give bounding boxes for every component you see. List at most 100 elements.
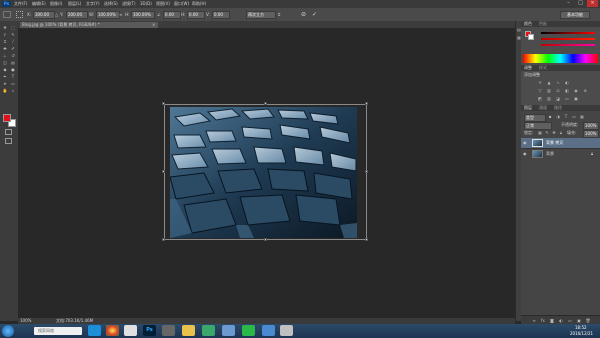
- quick-mask-icon[interactable]: [5, 129, 12, 135]
- media-player-icon[interactable]: [162, 325, 175, 336]
- tab-adjustments[interactable]: 调整: [524, 65, 532, 71]
- visibility-eye-icon[interactable]: ◉: [523, 140, 527, 146]
- delete-layer-icon[interactable]: 🗑︎: [585, 318, 591, 323]
- photoshop-taskbar-icon[interactable]: Ps: [143, 325, 156, 336]
- brush-tool-icon[interactable]: ✐: [10, 46, 16, 51]
- screen-mode-icon[interactable]: [5, 138, 12, 144]
- new-group-icon[interactable]: ▭: [567, 318, 573, 323]
- h-skew-field[interactable]: 0.00: [187, 11, 205, 19]
- tab-layers[interactable]: 图层: [524, 105, 532, 111]
- wechat-icon[interactable]: [242, 325, 255, 336]
- brightness-adjust-icon[interactable]: ☀: [537, 80, 543, 85]
- hue-adjust-icon[interactable]: ▥: [546, 88, 552, 93]
- foreground-color-swatch[interactable]: [3, 114, 11, 122]
- healing-tool-icon[interactable]: ✚: [2, 46, 8, 51]
- green-slider[interactable]: [541, 38, 595, 40]
- transform-handle-t[interactable]: [264, 102, 267, 105]
- transform-handle-bl[interactable]: [162, 238, 165, 241]
- menu-filter[interactable]: 滤镜(T): [122, 1, 136, 7]
- workspace-select[interactable]: 基本功能: [560, 11, 590, 19]
- invert-adjust-icon[interactable]: ◩: [537, 96, 543, 101]
- interpolation-select[interactable]: 两次立方: [246, 11, 276, 19]
- blur-tool-icon[interactable]: ◆: [2, 67, 8, 72]
- layer-row-selected[interactable]: ◉ 背景 拷贝: [521, 138, 600, 148]
- angle-field[interactable]: 0.00: [163, 11, 181, 19]
- type-tool-icon[interactable]: T: [10, 74, 16, 79]
- menu-file[interactable]: 文件(F): [14, 1, 27, 7]
- cancel-transform-icon[interactable]: ⊘: [301, 11, 306, 18]
- layer-style-icon[interactable]: fx: [540, 318, 546, 323]
- menu-select[interactable]: 选择(S): [104, 1, 118, 7]
- shape-tool-icon[interactable]: ▭: [10, 81, 16, 86]
- folder-app-icon[interactable]: [222, 325, 235, 336]
- transform-handle-l[interactable]: [162, 170, 165, 173]
- crop-tool-icon[interactable]: ⌗: [2, 39, 8, 44]
- red-slider[interactable]: [541, 32, 595, 34]
- search-box[interactable]: 搜索网络: [34, 327, 82, 335]
- x-field[interactable]: 300.00: [33, 11, 55, 19]
- app-icon[interactable]: [262, 325, 275, 336]
- transform-handle-tr[interactable]: [365, 102, 368, 105]
- pen-tool-icon[interactable]: ✒: [2, 74, 8, 79]
- bw-adjust-icon[interactable]: ◧: [564, 88, 570, 93]
- lock-transparency-icon[interactable]: ▦: [537, 130, 543, 135]
- v-skew-field[interactable]: 0.00: [212, 11, 230, 19]
- tab-styles[interactable]: 样式: [539, 65, 547, 71]
- transform-handle-tl[interactable]: [162, 102, 165, 105]
- transform-handle-r[interactable]: [365, 170, 368, 173]
- warp-icon[interactable]: ⌗: [278, 12, 280, 18]
- lock-pixels-icon[interactable]: ✎: [544, 130, 550, 135]
- lasso-tool-icon[interactable]: ℓ: [2, 32, 8, 37]
- filter-type-icon[interactable]: T: [563, 114, 569, 119]
- new-adjustment-icon[interactable]: ◐: [558, 318, 564, 323]
- channel-mixer-adjust-icon[interactable]: ⊕: [582, 88, 588, 93]
- link-icon[interactable]: ∞: [119, 12, 122, 18]
- blend-mode-select[interactable]: 正常: [524, 122, 552, 130]
- path-select-tool-icon[interactable]: ➤: [2, 81, 8, 86]
- minimize-icon[interactable]: –: [563, 0, 574, 7]
- opacity-field[interactable]: 100%: [583, 122, 599, 130]
- link-layers-icon[interactable]: ∞: [531, 318, 537, 323]
- width-field[interactable]: 100.00%: [96, 11, 120, 19]
- layer-kind-filter[interactable]: 类型: [524, 114, 546, 122]
- menu-layer[interactable]: 图层(L): [68, 1, 81, 7]
- app-icon-2[interactable]: [280, 325, 293, 336]
- browser-icon[interactable]: [124, 325, 137, 336]
- new-layer-icon[interactable]: ▣: [576, 318, 582, 323]
- menu-window[interactable]: 窗口(W): [174, 1, 189, 7]
- clock-date[interactable]: 2016/12/21: [570, 331, 593, 337]
- selective-color-adjust-icon[interactable]: ▣: [573, 96, 579, 101]
- photo-filter-adjust-icon[interactable]: ◉: [573, 88, 579, 93]
- filter-smart-icon[interactable]: ▦: [579, 114, 585, 119]
- blue-slider[interactable]: [541, 44, 595, 46]
- tab-channels[interactable]: 通道: [539, 105, 547, 111]
- gradient-tool-icon[interactable]: ▤: [10, 60, 16, 65]
- commit-transform-icon[interactable]: ✓: [312, 11, 317, 18]
- hand-tool-icon[interactable]: ✋: [2, 88, 8, 93]
- posterize-adjust-icon[interactable]: ▨: [546, 96, 552, 101]
- exposure-adjust-icon[interactable]: ◐: [564, 80, 570, 85]
- relative-icon[interactable]: △: [55, 12, 58, 18]
- explorer-icon[interactable]: [182, 325, 195, 336]
- tab-swatches[interactable]: 色板: [539, 21, 547, 27]
- menu-type[interactable]: 文字(Y): [86, 1, 100, 7]
- layer-row[interactable]: ◉ 背景 🔒︎: [521, 148, 600, 159]
- color-bg-swatch[interactable]: [528, 34, 534, 40]
- tab-paths[interactable]: 路径: [554, 105, 562, 111]
- menu-view[interactable]: 视图(V): [156, 1, 170, 7]
- height-field[interactable]: 100.00%: [131, 11, 155, 19]
- marquee-tool-icon[interactable]: ⬚: [10, 25, 16, 30]
- move-tool-icon[interactable]: ✥: [2, 25, 8, 30]
- chat-app-icon[interactable]: [202, 325, 215, 336]
- stamp-tool-icon[interactable]: ⊥: [2, 53, 8, 58]
- visibility-eye-icon[interactable]: ◉: [523, 151, 527, 157]
- dodge-tool-icon[interactable]: ●: [10, 67, 16, 72]
- vibrance-adjust-icon[interactable]: ▽: [537, 88, 543, 93]
- menu-3d[interactable]: 3D(D): [140, 1, 152, 7]
- color-spectrum[interactable]: [523, 54, 598, 63]
- history-brush-tool-icon[interactable]: ↺: [10, 53, 16, 58]
- eyedropper-tool-icon[interactable]: ⁄: [10, 39, 16, 44]
- quick-select-tool-icon[interactable]: ✎: [10, 32, 16, 37]
- chrome-icon[interactable]: [106, 325, 119, 336]
- lock-position-icon[interactable]: ✥: [551, 130, 557, 135]
